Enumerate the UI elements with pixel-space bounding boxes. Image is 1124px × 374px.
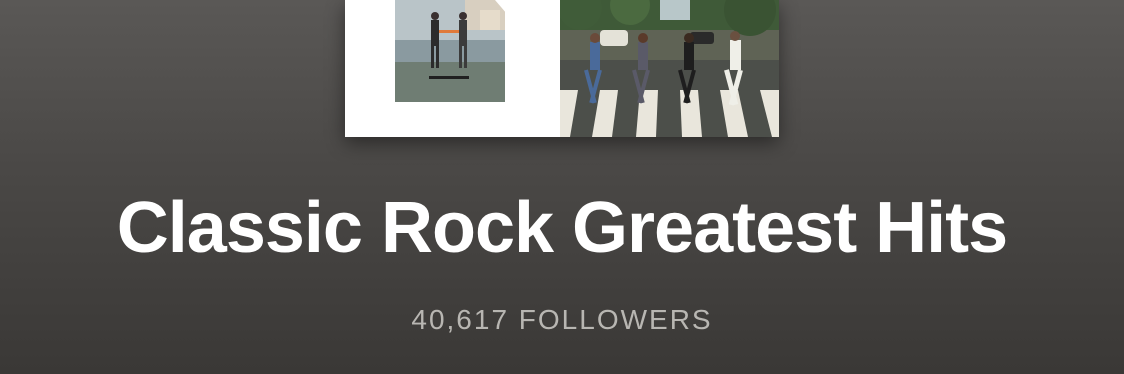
playlist-title: Classic Rock Greatest Hits	[116, 188, 1008, 268]
album-cover-crosswalk-icon	[560, 0, 779, 137]
followers-count: 40,617 FOLLOWERS	[411, 304, 713, 335]
album-cover-handshake-icon	[345, 0, 560, 137]
playlist-cover[interactable]	[345, 0, 779, 137]
